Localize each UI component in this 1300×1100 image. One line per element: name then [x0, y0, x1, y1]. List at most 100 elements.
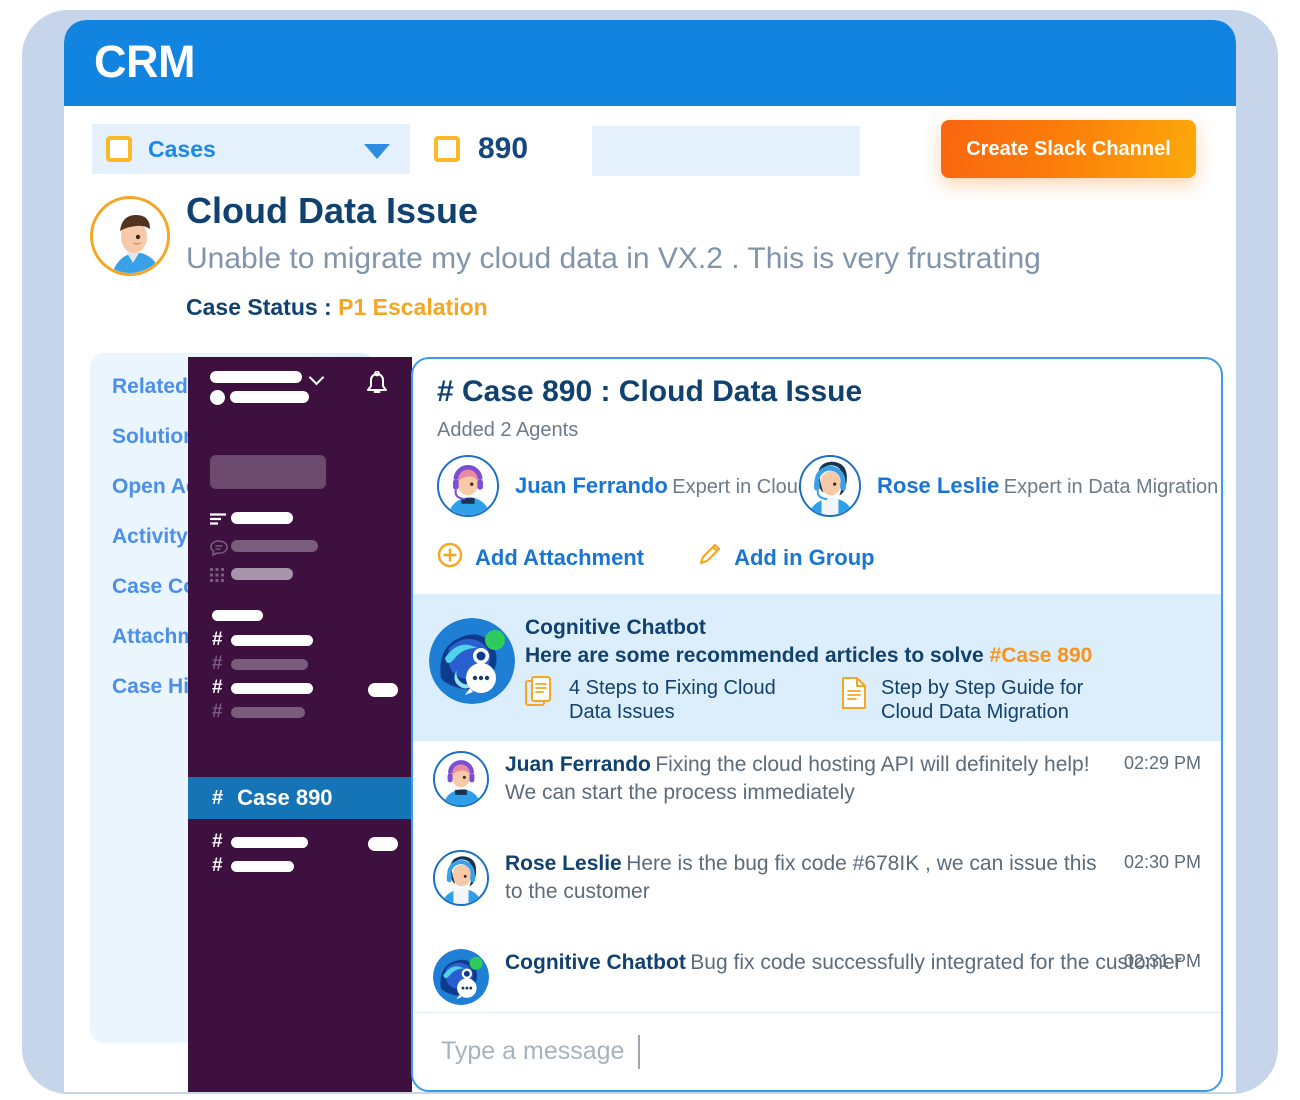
channel-skeleton[interactable] [231, 707, 305, 718]
added-agents-label: Added 2 Agents [437, 419, 579, 441]
message-composer[interactable]: Type a message [413, 1012, 1221, 1090]
hash-icon: # [212, 831, 223, 852]
agent-name: Juan Ferrando [515, 473, 668, 498]
case-subtitle: Unable to migrate my cloud data in VX.2 … [186, 242, 1041, 275]
agent-female-headset-avatar [799, 455, 861, 517]
message-text: Bug fix code successfully integrated for… [690, 951, 1182, 974]
chevron-down-icon [364, 144, 390, 159]
workspace-name-skeleton [210, 371, 302, 383]
menu-label-skeleton [231, 540, 318, 552]
chatbot-recommendation-banner: Cognitive Chatbot Here are some recommen… [413, 594, 1221, 741]
menu-label-skeleton [231, 568, 293, 580]
case-header: Cloud Data Issue Unable to migrate my cl… [64, 190, 1236, 345]
message-list: Juan Ferrando Fixing the cloud hosting A… [413, 741, 1221, 1008]
message-item: Juan Ferrando Fixing the cloud hosting A… [433, 751, 1201, 807]
chatbot-intro-text: Here are some recommended articles to so… [525, 644, 990, 667]
message-item: Cognitive Chatbot Bug fix code successfu… [433, 949, 1201, 1005]
add-attachment-button[interactable]: Add Attachment [437, 542, 644, 573]
message-item: Rose Leslie Here is the bug fix code #67… [433, 850, 1201, 906]
app-logo: CRM [94, 36, 195, 87]
message-timestamp: 02:29 PM [1123, 753, 1201, 773]
message-timestamp: 02:31 PM [1123, 951, 1201, 971]
message-author: Rose Leslie [505, 852, 622, 875]
unread-badge [368, 837, 398, 851]
article-title-1: 4 Steps to Fixing Cloud Data Issues [569, 676, 776, 724]
chat-header: # Case 890 : Cloud Data Issue Added 2 Ag… [413, 359, 1221, 594]
article-title-line2: Cloud Data Migration [881, 701, 1069, 723]
message-line1: Here is the bug fix code #678IK , we can… [626, 852, 1097, 875]
add-attachment-label: Add Attachment [475, 544, 645, 570]
slack-channel-case-890[interactable]: # Case 890 [188, 777, 412, 819]
app-header: CRM [64, 20, 1236, 106]
unread-badge [368, 683, 398, 697]
channel-group-skeleton [212, 610, 263, 621]
status-badge: P1 Escalation [338, 294, 488, 320]
channel-skeleton[interactable] [231, 635, 313, 646]
channel-skeleton[interactable] [231, 659, 308, 670]
threads-lines-icon[interactable] [210, 512, 226, 530]
text-cursor [638, 1034, 641, 1069]
message-body: Rose Leslie Here is the bug fix code #67… [505, 850, 1201, 906]
document-icon [841, 676, 867, 715]
article-title-line1: Step by Step Guide for [881, 677, 1084, 699]
slack-sidebar: # # # # # Case 890 # # [188, 357, 412, 1092]
agent-male-headset-avatar [437, 455, 499, 517]
article-link-1[interactable]: 4 Steps to Fixing Cloud Data Issues [525, 676, 776, 724]
active-channel-label: Case 890 [237, 785, 333, 810]
plus-circle-icon [437, 542, 463, 573]
agent-female-headset-avatar [433, 850, 489, 906]
case-reference-link[interactable]: #Case 890 [990, 644, 1093, 667]
chat-title: # Case 890 : Cloud Data Issue [437, 375, 863, 408]
pencil-icon [696, 542, 722, 573]
app-window: CRM Cases 890 Create Slack Channel Cloud… [64, 20, 1236, 1092]
add-in-group-button[interactable]: Add in Group [696, 542, 875, 573]
record-number-field[interactable]: 890 [434, 124, 584, 174]
message-author: Juan Ferrando [505, 753, 651, 776]
square-outline-icon [106, 136, 132, 162]
message-input-placeholder: Type a message [441, 1037, 625, 1065]
article-title-line2: Data Issues [569, 701, 675, 723]
article-title-2: Step by Step Guide for Cloud Data Migrat… [881, 676, 1083, 724]
documents-icon [525, 676, 555, 715]
cognitive-chatbot-avatar [429, 618, 515, 704]
object-select-label: Cases [148, 135, 216, 162]
screenshot-root: CRM Cases 890 Create Slack Channel Cloud… [0, 0, 1300, 1100]
agent-male-headset-avatar [433, 751, 489, 807]
article-link-2[interactable]: Step by Step Guide for Cloud Data Migrat… [841, 676, 1083, 724]
agent-name: Rose Leslie [877, 473, 1000, 498]
channel-skeleton[interactable] [231, 837, 308, 848]
hash-icon: # [212, 629, 223, 650]
cognitive-chatbot-avatar [433, 949, 489, 1005]
message-timestamp: 02:30 PM [1123, 852, 1201, 872]
search-input[interactable] [592, 126, 860, 176]
agent-info: Rose Leslie Expert in Data Migration [877, 473, 1218, 499]
hash-icon: # [212, 855, 223, 876]
case-status-label: Case Status : [186, 294, 332, 320]
chevron-down-icon[interactable] [308, 369, 325, 386]
chatbot-name: Cognitive Chatbot [525, 616, 706, 639]
message-line2: We can start the process immediately [505, 780, 855, 804]
create-slack-channel-button[interactable]: Create Slack Channel [941, 120, 1196, 178]
square-outline-icon [434, 136, 460, 162]
chat-bubble-icon[interactable] [210, 540, 228, 561]
agent-card-juan[interactable]: Juan Ferrando Expert in Cloud Data [437, 455, 857, 517]
record-number-value: 890 [478, 132, 529, 165]
apps-grid-icon[interactable] [210, 568, 224, 587]
message-body: Juan Ferrando Fixing the cloud hosting A… [505, 751, 1201, 807]
bell-icon[interactable] [364, 370, 390, 401]
agent-card-rose[interactable]: Rose Leslie Expert in Data Migration [799, 455, 1218, 517]
channel-skeleton[interactable] [231, 861, 294, 872]
chat-panel: # Case 890 : Cloud Data Issue Added 2 Ag… [411, 357, 1223, 1092]
message-line1: Fixing the cloud hosting API will defini… [655, 753, 1090, 776]
channel-skeleton[interactable] [231, 683, 313, 694]
article-title-line1: 4 Steps to Fixing Cloud [569, 677, 776, 699]
hash-icon: # [212, 677, 223, 698]
slack-search-input[interactable] [210, 455, 326, 489]
chatbot-intro: Here are some recommended articles to so… [525, 644, 1092, 668]
menu-label-skeleton [231, 512, 293, 524]
hash-icon: # [212, 653, 223, 674]
presence-dot-icon [210, 390, 225, 405]
object-select[interactable]: Cases [92, 124, 410, 174]
message-body: Cognitive Chatbot Bug fix code successfu… [505, 949, 1201, 1005]
page-title: Cloud Data Issue [186, 190, 479, 231]
